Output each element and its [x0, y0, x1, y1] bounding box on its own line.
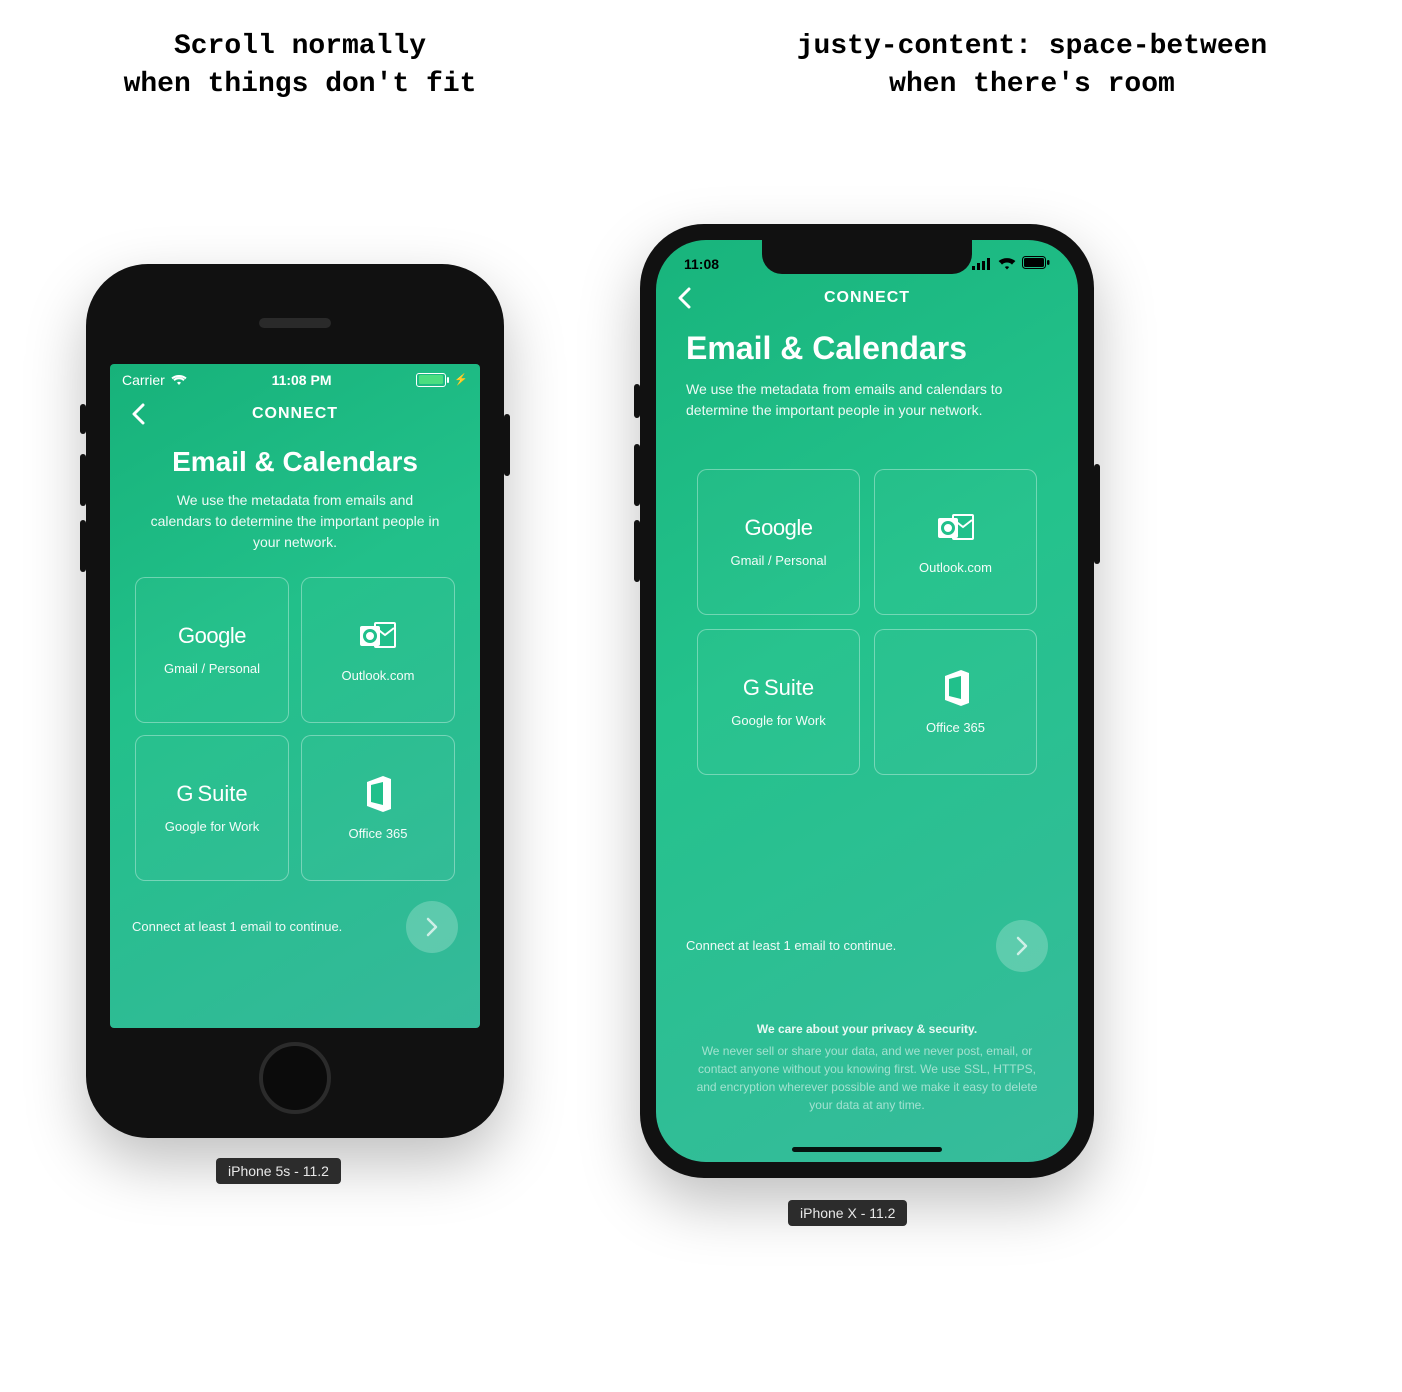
provider-office365[interactable]: Office 365	[301, 735, 455, 881]
device-label-iphonex: iPhone X - 11.2	[788, 1200, 907, 1226]
nav-bar: CONNECT	[656, 276, 1078, 320]
provider-outlook[interactable]: Outlook.com	[874, 469, 1037, 615]
cellular-icon	[972, 258, 992, 270]
back-button[interactable]	[670, 284, 698, 312]
footer-hint: Connect at least 1 email to continue.	[686, 938, 896, 953]
gsuite-logo-icon: G Suite	[743, 675, 814, 701]
outlook-logo-icon	[358, 616, 398, 656]
hw-home-button[interactable]	[259, 1042, 331, 1114]
caption-right-line1: justy-content: space-between	[797, 31, 1267, 62]
hw-power-button	[504, 414, 510, 476]
provider-label: Gmail / Personal	[164, 661, 260, 676]
office-logo-icon	[936, 668, 976, 708]
charging-icon: ⚡	[454, 373, 468, 386]
provider-label: Outlook.com	[342, 668, 415, 683]
google-logo-icon: Google	[178, 623, 246, 649]
provider-outlook[interactable]: Outlook.com	[301, 577, 455, 723]
next-button[interactable]	[996, 920, 1048, 972]
page-title: Email & Calendars	[686, 330, 1048, 367]
content-scroll[interactable]: Email & Calendars We use the metadata fr…	[110, 436, 480, 1028]
caption-left: Scroll normally when things don't fit	[60, 28, 540, 104]
chevron-left-icon	[677, 287, 691, 309]
provider-grid: Google Gmail / Personal Outlook.com G Su…	[697, 469, 1037, 775]
back-button[interactable]	[124, 400, 152, 428]
nav-title: CONNECT	[824, 289, 910, 307]
provider-label: Google for Work	[165, 819, 259, 834]
device-label-iphone5s: iPhone 5s - 11.2	[216, 1158, 341, 1184]
provider-google[interactable]: Google Gmail / Personal	[697, 469, 860, 615]
device-iphonex: 11:08 CONNECT	[640, 224, 1094, 1178]
caption-right-line2: when there's room	[889, 69, 1175, 100]
provider-gsuite[interactable]: G Suite Google for Work	[697, 629, 860, 775]
caption-right: justy-content: space-between when there'…	[722, 28, 1342, 104]
office-logo-icon	[358, 774, 398, 814]
provider-label: Google for Work	[731, 713, 825, 728]
nav-bar: CONNECT	[110, 392, 480, 436]
screen: Carrier 11:08 PM ⚡ CONNECT	[110, 364, 480, 1028]
footer-hint: Connect at least 1 email to continue.	[132, 919, 342, 934]
home-indicator[interactable]	[792, 1147, 942, 1152]
chevron-right-icon	[1015, 936, 1029, 956]
carrier-label: Carrier	[122, 372, 165, 388]
google-logo-icon: Google	[745, 515, 813, 541]
wifi-icon	[171, 374, 187, 386]
chevron-right-icon	[425, 917, 439, 937]
hw-volume-up	[80, 454, 86, 506]
screen: 11:08 CONNECT	[656, 240, 1078, 1162]
status-bar: Carrier 11:08 PM ⚡	[110, 364, 480, 392]
footer-row: Connect at least 1 email to continue.	[686, 920, 1048, 972]
next-button[interactable]	[406, 901, 458, 953]
provider-label: Outlook.com	[919, 560, 992, 575]
privacy-title: We care about your privacy & security.	[694, 1020, 1040, 1038]
gsuite-logo-icon: G Suite	[176, 781, 247, 807]
hw-mute-switch	[80, 404, 86, 434]
provider-office365[interactable]: Office 365	[874, 629, 1037, 775]
battery-icon	[1022, 256, 1050, 272]
content-area: Email & Calendars We use the metadata fr…	[656, 320, 1078, 1162]
clock: 11:08 PM	[272, 372, 332, 388]
device-iphone5s: Carrier 11:08 PM ⚡ CONNECT	[86, 264, 504, 1138]
page-header: Email & Calendars We use the metadata fr…	[686, 330, 1048, 421]
clock: 11:08	[684, 256, 719, 272]
provider-label: Office 365	[926, 720, 985, 735]
nav-title: CONNECT	[252, 405, 338, 423]
page-header: Email & Calendars We use the metadata fr…	[132, 436, 458, 553]
hw-power-button	[1094, 464, 1100, 564]
battery-icon	[416, 373, 446, 387]
provider-grid: Google Gmail / Personal Outlook.com G Su…	[135, 577, 455, 881]
provider-label: Office 365	[348, 826, 407, 841]
hw-earpiece	[259, 318, 331, 328]
provider-gsuite[interactable]: G Suite Google for Work	[135, 735, 289, 881]
privacy-body: We never sell or share your data, and we…	[697, 1044, 1038, 1112]
caption-left-line2: when things don't fit	[124, 69, 477, 100]
page-subtitle: We use the metadata from emails and cale…	[145, 490, 445, 553]
outlook-logo-icon	[936, 508, 976, 548]
hw-volume-up	[634, 444, 640, 506]
hw-volume-down	[80, 520, 86, 572]
provider-label: Gmail / Personal	[730, 553, 826, 568]
page-title: Email & Calendars	[132, 446, 458, 478]
captions-row: Scroll normally when things don't fit ju…	[0, 0, 1402, 104]
page-subtitle: We use the metadata from emails and cale…	[686, 379, 1026, 421]
privacy-note: We care about your privacy & security. W…	[686, 1020, 1048, 1132]
chevron-left-icon	[131, 403, 145, 425]
caption-left-line1: Scroll normally	[174, 31, 426, 62]
hw-notch	[762, 240, 972, 274]
footer-row: Connect at least 1 email to continue.	[132, 901, 458, 953]
wifi-icon	[998, 258, 1016, 270]
provider-google[interactable]: Google Gmail / Personal	[135, 577, 289, 723]
hw-volume-down	[634, 520, 640, 582]
hw-mute-switch	[634, 384, 640, 418]
